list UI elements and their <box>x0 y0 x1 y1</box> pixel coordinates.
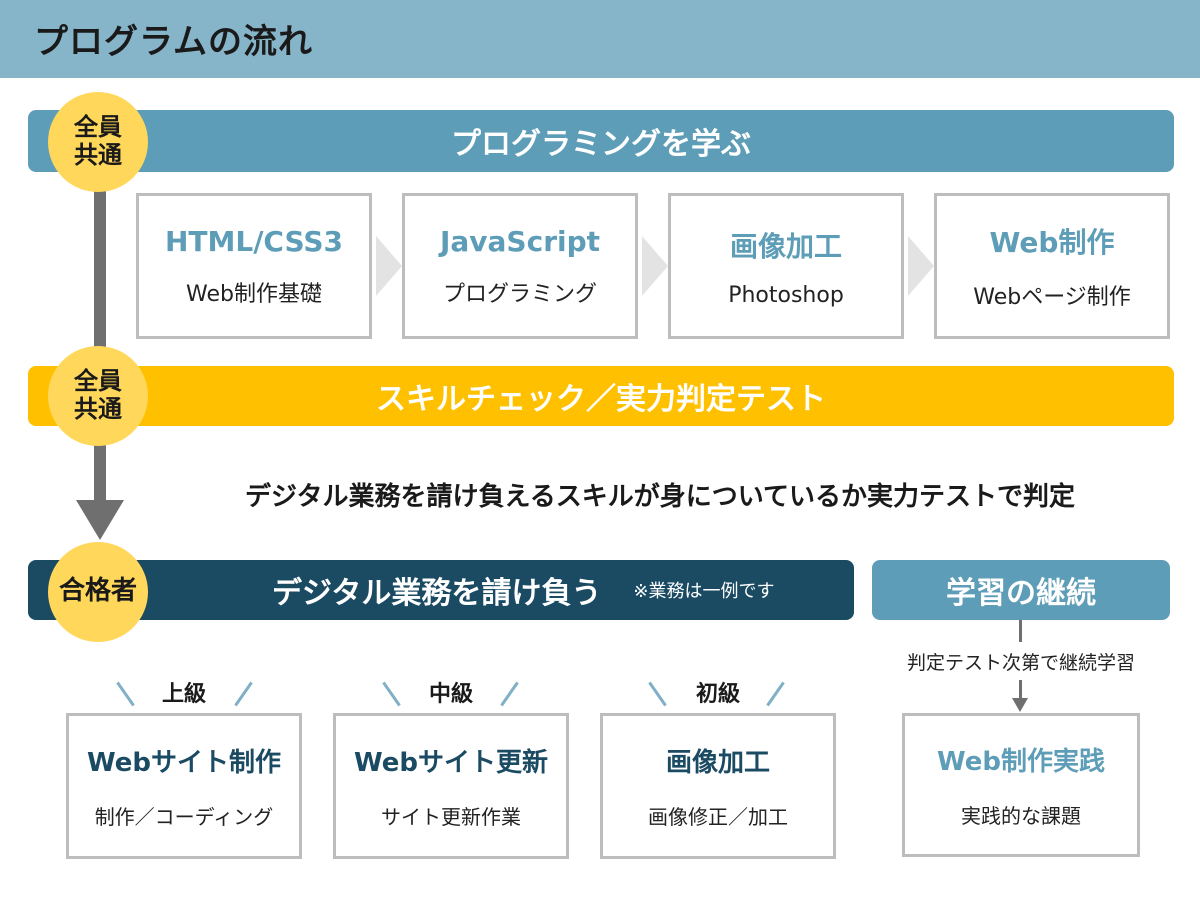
practice-box: Web制作実践 実践的な課題 <box>902 713 1140 857</box>
learn-programming-banner: プログラミングを学ぶ <box>28 110 1174 172</box>
course-box-web-production: Web制作 Webページ制作 <box>934 193 1170 339</box>
continue-learning-label: 学習の継続 <box>946 576 1096 611</box>
badge-line: 共通 <box>74 141 122 169</box>
job-box-image-editing: 画像加工 画像修正／加工 <box>600 713 836 859</box>
level-label-advanced: 上級 <box>66 676 302 708</box>
passers-badge: 合格者 <box>48 542 148 642</box>
all-members-badge: 全員 共通 <box>48 92 148 192</box>
course-subtitle: Photoshop <box>728 282 844 308</box>
job-box-website-production: Webサイト制作 制作／コーディング <box>66 713 302 859</box>
job-box-website-update: Webサイト更新 サイト更新作業 <box>333 713 569 859</box>
all-members-badge: 全員 共通 <box>48 346 148 446</box>
continue-learning-description: 判定テスト次第で継続学習 <box>906 652 1135 674</box>
level-label-text: 中級 <box>428 682 473 707</box>
level-label-text: 初級 <box>695 682 740 707</box>
timeline-line <box>94 160 106 505</box>
level-label-intermediate: 中級 <box>333 676 569 708</box>
course-subtitle: Web制作基礎 <box>186 281 322 307</box>
continue-learning-banner: 学習の継続 <box>872 560 1170 620</box>
skill-test-description: デジタル業務を請け負えるスキルが身についているか実力テストで判定 <box>245 482 1075 512</box>
chevron-right-icon <box>908 236 934 296</box>
course-title: 画像加工 <box>729 229 842 263</box>
practice-subtitle: 実践的な課題 <box>961 804 1081 828</box>
digital-work-label: デジタル業務を請け負う <box>272 576 602 611</box>
level-label-beginner: 初級 <box>600 676 836 708</box>
course-title: Web制作 <box>989 226 1115 259</box>
learn-programming-label: プログラミングを学ぶ <box>451 127 751 162</box>
badge-line: 合格者 <box>58 576 137 607</box>
skill-check-label: スキルチェック／実力判定テスト <box>376 382 826 417</box>
course-title: JavaScript <box>439 224 601 258</box>
chevron-right-icon <box>642 236 668 296</box>
job-subtitle: 画像修正／加工 <box>648 805 788 829</box>
course-box-javascript: JavaScript プログラミング <box>402 193 638 339</box>
connector-line <box>1019 620 1022 642</box>
digital-work-note: ※業務は一例です <box>633 581 775 602</box>
course-subtitle: Webページ制作 <box>973 285 1131 310</box>
badge-line: 全員 <box>74 367 122 396</box>
badge-line: 共通 <box>74 395 122 423</box>
job-title: 画像加工 <box>665 748 770 778</box>
arrow-down-icon <box>1012 698 1028 712</box>
digital-work-banner: デジタル業務を請け負う ※業務は一例です <box>28 560 854 620</box>
job-subtitle: 制作／コーディング <box>94 805 274 829</box>
badge-line: 全員 <box>74 113 122 142</box>
level-label-text: 上級 <box>161 682 206 707</box>
job-title: Webサイト更新 <box>354 748 548 778</box>
job-subtitle: サイト更新作業 <box>381 805 521 829</box>
course-box-html-css: HTML/CSS3 Web制作基礎 <box>136 193 372 339</box>
chevron-right-icon <box>376 236 402 296</box>
page-title: プログラムの流れ <box>34 22 313 62</box>
connector-line <box>1019 680 1022 700</box>
course-subtitle: プログラミング <box>442 281 597 307</box>
job-title: Webサイト制作 <box>87 748 281 778</box>
course-title: HTML/CSS3 <box>164 224 344 258</box>
practice-title: Web制作実践 <box>937 747 1105 777</box>
skill-check-banner: スキルチェック／実力判定テスト <box>28 366 1174 426</box>
course-box-image-editing: 画像加工 Photoshop <box>668 193 904 339</box>
